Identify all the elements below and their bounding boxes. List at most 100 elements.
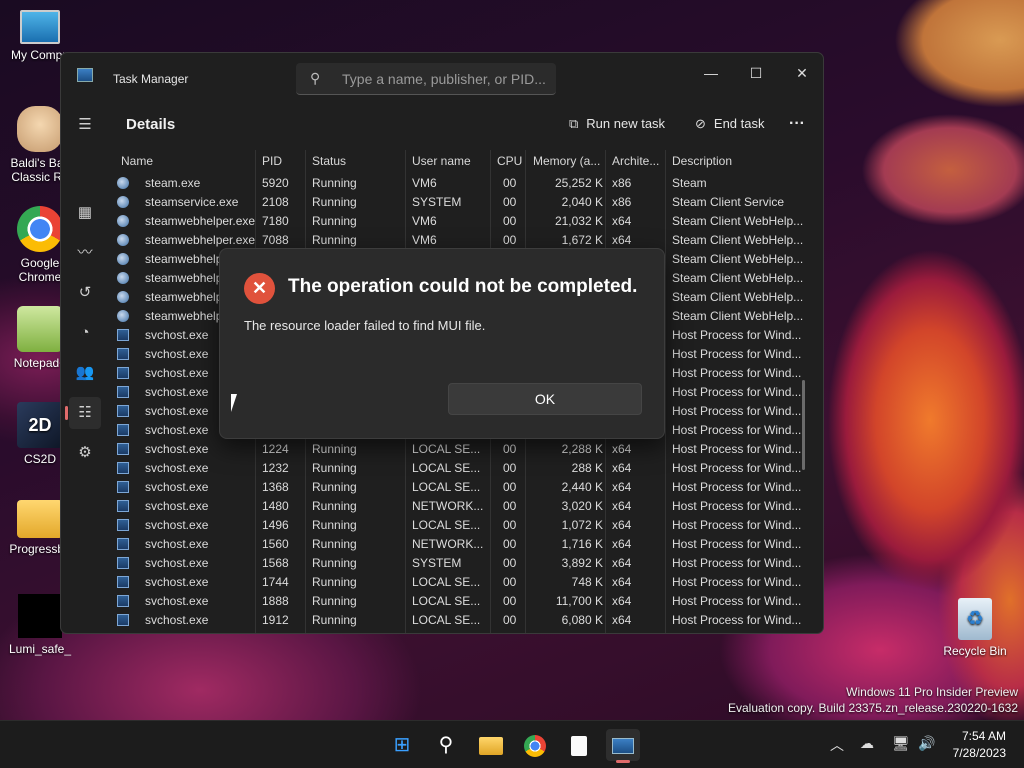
cell-mem: 6,080 K (561, 613, 603, 627)
run-new-task-label: Run new task (586, 116, 666, 131)
steam-process-icon (117, 177, 129, 189)
search-input[interactable]: ⚲ Type a name, publisher, or PID... (296, 63, 556, 95)
column-header-architecture[interactable]: Archite... (612, 154, 664, 168)
cell-desc: Steam Client Service (672, 195, 785, 209)
cell-arch: x64 (612, 233, 632, 247)
cell-desc: Host Process for Wind... (672, 613, 802, 627)
end-task-button[interactable]: ⊘ End task (695, 113, 765, 135)
black-file-icon (18, 594, 62, 638)
cell-mem: 748 K (571, 575, 603, 589)
cell-name: svchost.exe (145, 385, 209, 399)
cell-pid: 1496 (262, 518, 289, 532)
cell-cpu: 00 (503, 442, 517, 456)
processes-icon[interactable]: ▦ (69, 197, 101, 229)
clock[interactable]: 7:54 AM 7/28/2023 (953, 728, 1006, 762)
performance-icon[interactable]: 〰 (69, 237, 101, 269)
table-row[interactable]: svchost.exe 1480 Running NETWORK... 00 3,020 … (109, 497, 809, 516)
search-icon[interactable]: ⚲ (429, 729, 463, 761)
table-row[interactable]: svchost.exe 1224 Running LOCAL SE... 00 2,288… (109, 440, 809, 459)
table-row[interactable]: steam.exe 5920 Running VM6 00 25,252 K x86 Stea… (109, 174, 809, 193)
vertical-scrollbar[interactable] (802, 380, 805, 470)
startup-apps-icon[interactable]: ◔ (69, 317, 101, 349)
column-header-user-name[interactable]: User name (412, 154, 471, 168)
hamburger-menu-icon[interactable]: ☰ (69, 109, 101, 141)
cell-status: Running (312, 537, 357, 551)
cell-pid: 2108 (262, 195, 289, 209)
cell-mem: 1,716 K (561, 537, 603, 551)
watermark-line2: Evaluation copy. Build 23375.zn_release.… (728, 701, 1018, 715)
cell-cpu: 00 (503, 499, 517, 513)
column-header-pid[interactable]: PID (262, 154, 282, 168)
title-bar[interactable]: Task Manager ⚲ Type a name, publisher, o… (61, 53, 823, 105)
desktop-icon-label: Lumi_safe_ (8, 642, 72, 656)
cell-desc: Steam Client WebHelp... (672, 233, 804, 247)
cell-desc: Host Process for Wind... (672, 575, 802, 589)
more-options-button[interactable]: ··· (789, 113, 805, 135)
notepad-icon[interactable] (562, 729, 596, 761)
cell-status: Running (312, 214, 357, 228)
service-host-process-icon (117, 348, 129, 360)
task-manager-app-icon (77, 68, 93, 82)
cell-arch: x64 (612, 613, 632, 627)
table-row[interactable]: svchost.exe 1232 Running LOCAL SE... 00 288 K… (109, 459, 809, 478)
volume-icon[interactable]: 🔊 (918, 735, 935, 752)
table-row[interactable]: svchost.exe 1368 Running LOCAL SE... 00 2,440… (109, 478, 809, 497)
desktop-icon-label: Recycle Bin (943, 644, 1007, 658)
cell-name: svchost.exe (145, 461, 209, 475)
column-header-status[interactable]: Status (312, 154, 346, 168)
task-manager-taskbar-icon[interactable] (606, 729, 640, 763)
app-history-icon[interactable]: ↺ (69, 277, 101, 309)
run-new-task-button[interactable]: ⧉ Run new task (569, 113, 665, 135)
table-row[interactable]: svchost.exe 1568 Running SYSTEM 00 3,892 K x64… (109, 554, 809, 573)
cell-status: Running (312, 613, 357, 627)
column-header-cpu[interactable]: CPU (497, 154, 522, 168)
close-button[interactable]: ✕ (779, 59, 823, 87)
cell-arch: x64 (612, 461, 632, 475)
cell-arch: x64 (612, 214, 632, 228)
details-icon[interactable]: ☷ (65, 397, 101, 429)
chrome-icon[interactable] (518, 729, 552, 761)
end-task-icon: ⊘ (695, 116, 706, 131)
service-host-process-icon (117, 443, 129, 455)
cell-status: Running (312, 233, 357, 247)
cell-cpu: 00 (503, 594, 517, 608)
desktop-icon-recycle-bin[interactable]: ♻ Recycle Bin (935, 598, 1015, 658)
table-row[interactable]: svchost.exe 1912 Running LOCAL SE... 00 6,080… (109, 611, 809, 630)
table-row[interactable]: svchost.exe 1744 Running LOCAL SE... 00 748 K… (109, 573, 809, 592)
cell-name: svchost.exe (145, 328, 209, 342)
folder-icon (17, 500, 63, 538)
column-header-description[interactable]: Description (672, 154, 732, 168)
cell-cpu: 00 (503, 214, 517, 228)
column-header-memory[interactable]: Memory (a... (533, 154, 603, 168)
table-row[interactable]: svchost.exe 1496 Running LOCAL SE... 00 1,072… (109, 516, 809, 535)
service-host-process-icon (117, 462, 129, 474)
table-row[interactable]: svchost.exe 1888 Running LOCAL SE... 00 11,70… (109, 592, 809, 611)
users-icon[interactable]: 👥 (69, 357, 101, 389)
ok-button[interactable]: OK (448, 383, 642, 415)
table-row[interactable]: steamwebhelper.exe 7180 Running VM6 00 21,032… (109, 212, 809, 231)
cell-name: svchost.exe (145, 442, 209, 456)
cell-status: Running (312, 461, 357, 475)
maximize-button[interactable]: ☐ (733, 59, 779, 87)
show-hidden-icons-chevron-icon[interactable]: ︿ (830, 735, 844, 755)
column-header-name[interactable]: Name (121, 154, 153, 168)
cell-user: SYSTEM (412, 556, 462, 570)
steam-process-icon (117, 310, 129, 322)
table-row[interactable]: svchost.exe 1560 Running NETWORK... 00 1,716 … (109, 535, 809, 554)
minimize-button[interactable]: — (688, 59, 734, 87)
error-dialog[interactable]: ✕ The operation could not be completed. … (219, 248, 665, 439)
start-windows-icon[interactable]: ⊞ (385, 729, 419, 761)
network-icon[interactable]: 🖥 (892, 735, 910, 752)
table-header: Name ^ PID Status User name CPU Memory (… (109, 150, 809, 172)
cell-desc: Steam Client WebHelp... (672, 252, 804, 266)
cell-desc: Steam Client WebHelp... (672, 309, 804, 323)
cell-mem: 11,700 K (555, 594, 603, 608)
onedrive-icon[interactable]: ☁ (860, 735, 874, 752)
steam-process-icon (117, 253, 129, 265)
cell-arch: x64 (612, 499, 632, 513)
cell-name: svchost.exe (145, 575, 209, 589)
table-row[interactable]: steamservice.exe 2108 Running SYSTEM 00 2,040… (109, 193, 809, 212)
services-icon[interactable]: ⚙ (69, 437, 101, 469)
file-explorer-icon[interactable] (474, 729, 508, 761)
cell-user: NETWORK... (412, 537, 484, 551)
